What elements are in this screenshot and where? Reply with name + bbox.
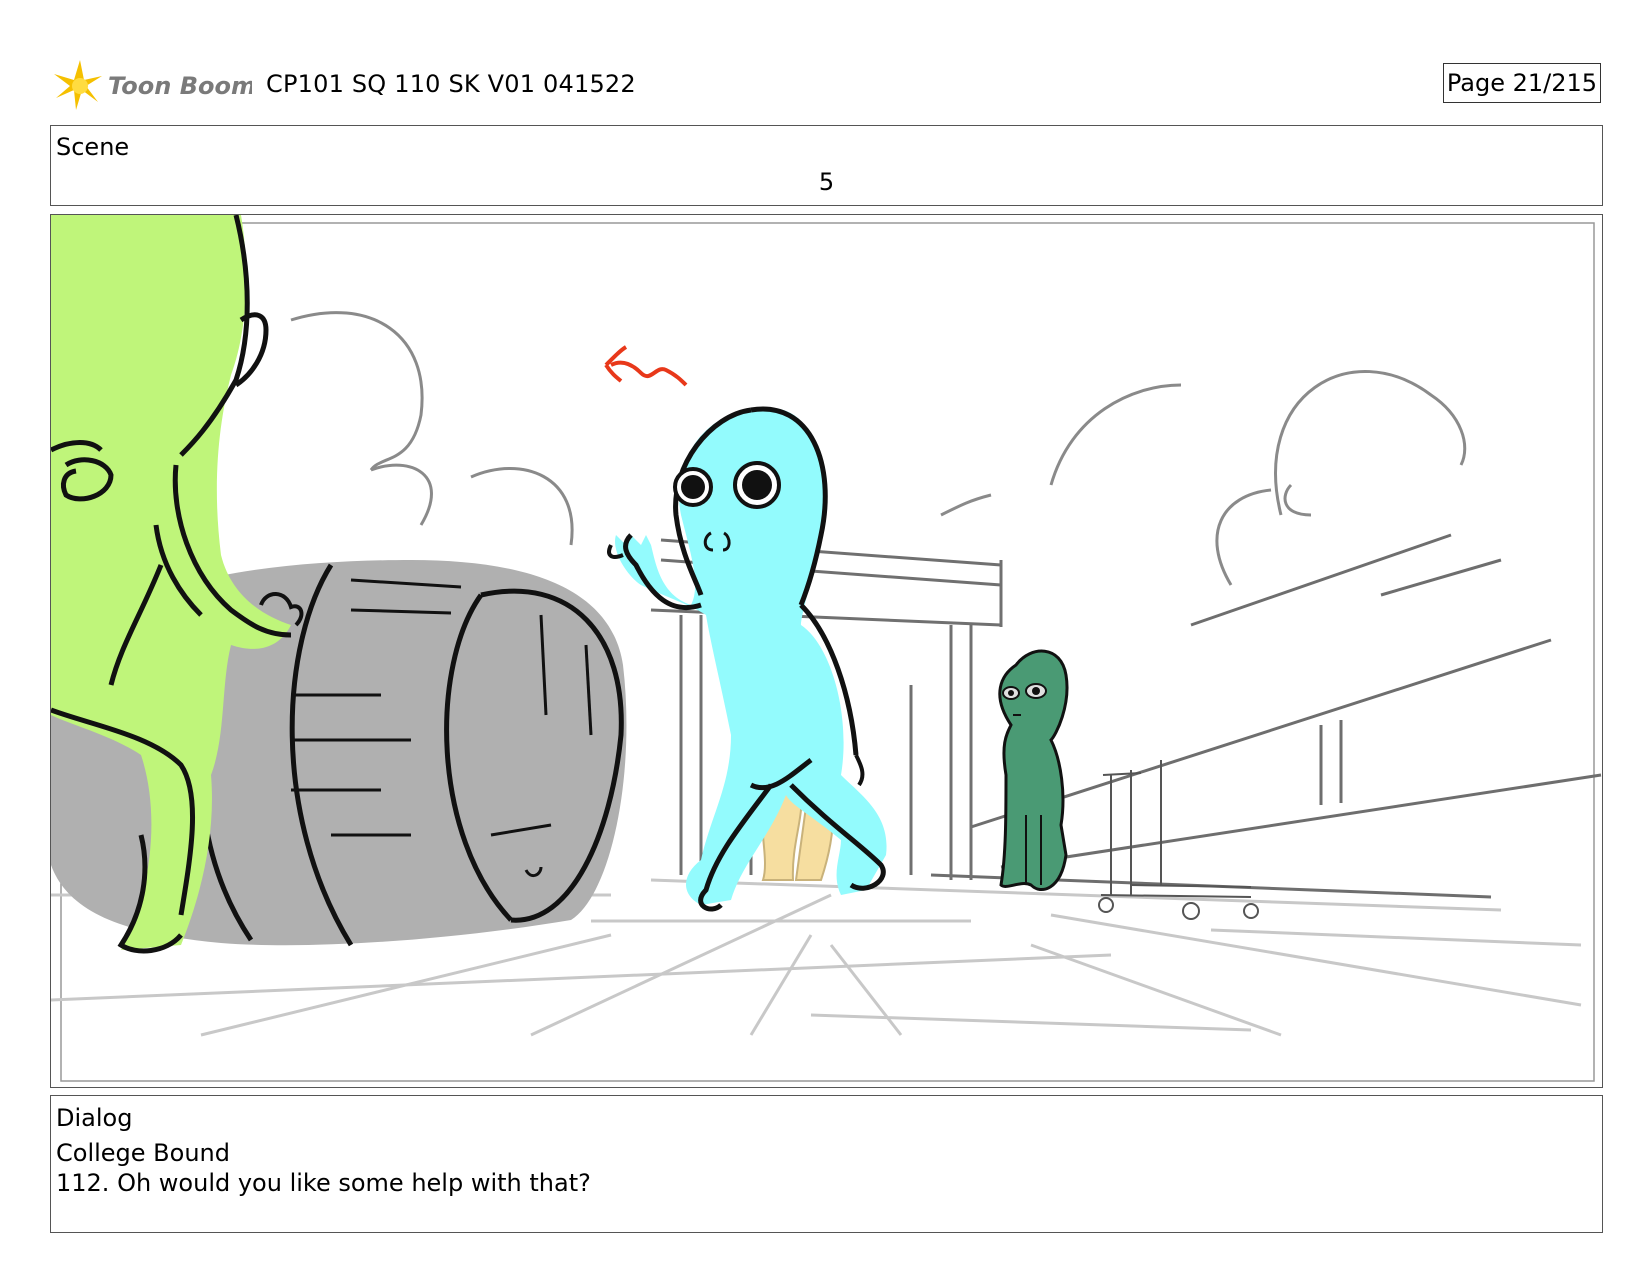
toon-boom-logo: Toon Boom: [52, 58, 256, 114]
dialog-line: 112. Oh would you like some help with th…: [56, 1169, 591, 1197]
scene-label: Scene: [56, 133, 130, 161]
storyboard-panel: [50, 214, 1603, 1088]
scene-number: 5: [818, 168, 835, 196]
motion-arrow-icon: [604, 345, 688, 387]
clouds: [290, 311, 1467, 586]
scene-box: Scene 5: [50, 125, 1603, 206]
blue-character: [607, 406, 887, 912]
storyboard-drawing: [51, 215, 1602, 1082]
dark-green-character: [998, 649, 1069, 891]
document-title: CP101 SQ 110 SK V01 041522: [266, 70, 636, 98]
dialog-character: College Bound: [56, 1139, 230, 1167]
dialog-label: Dialog: [56, 1104, 133, 1132]
page-indicator: Page 21/215: [1443, 63, 1601, 103]
logo-wordmark: Toon Boom: [108, 72, 252, 100]
logo-star-icon: [54, 60, 102, 110]
dialog-box: Dialog College Bound 112. Oh would you l…: [50, 1095, 1603, 1233]
